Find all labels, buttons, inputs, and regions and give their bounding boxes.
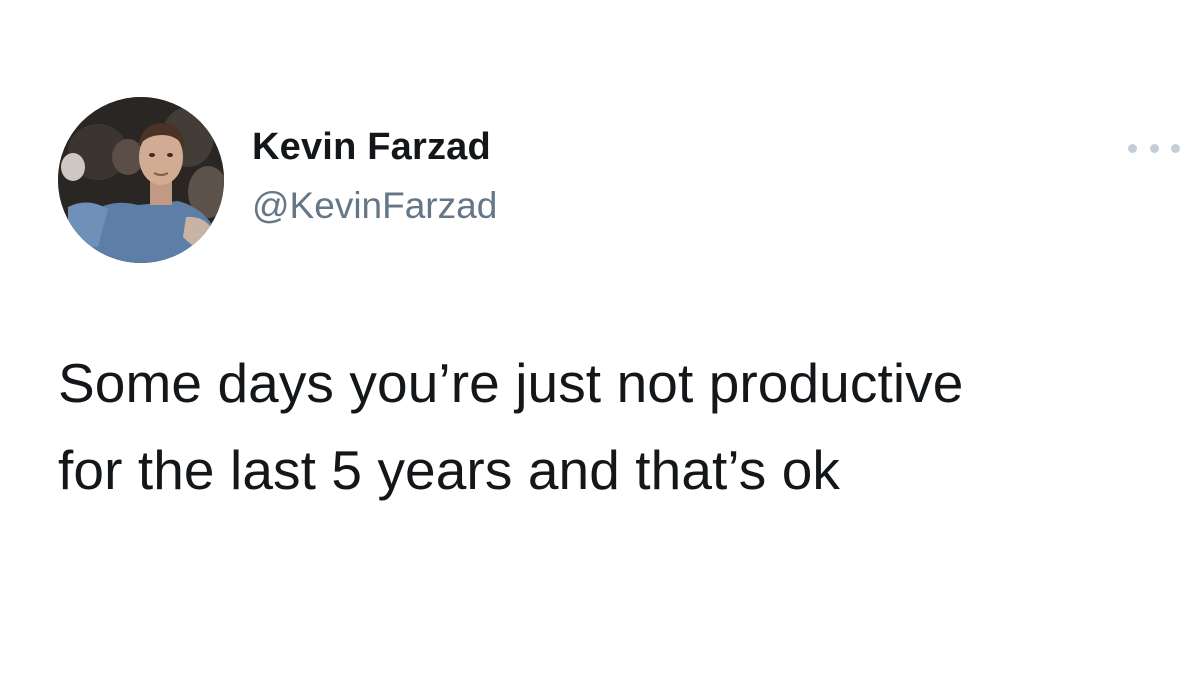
author-display-name[interactable]: Kevin Farzad [252,126,491,169]
avatar[interactable] [58,97,224,263]
author-handle[interactable]: @KevinFarzad [252,185,497,227]
more-dot [1149,143,1159,153]
more-dot [1171,143,1180,153]
tweet-card: Kevin Farzad @KevinFarzad Some days you’… [0,0,1192,698]
tweet-text-line: for the last 5 years and that’s ok [58,439,840,501]
more-dot [1128,143,1137,153]
more-options-icon[interactable] [1128,138,1180,158]
tweet-text: Some days you’re just not productive for… [58,340,1168,514]
profile-photo-icon [58,97,224,263]
tweet-text-line: Some days you’re just not productive [58,352,964,414]
